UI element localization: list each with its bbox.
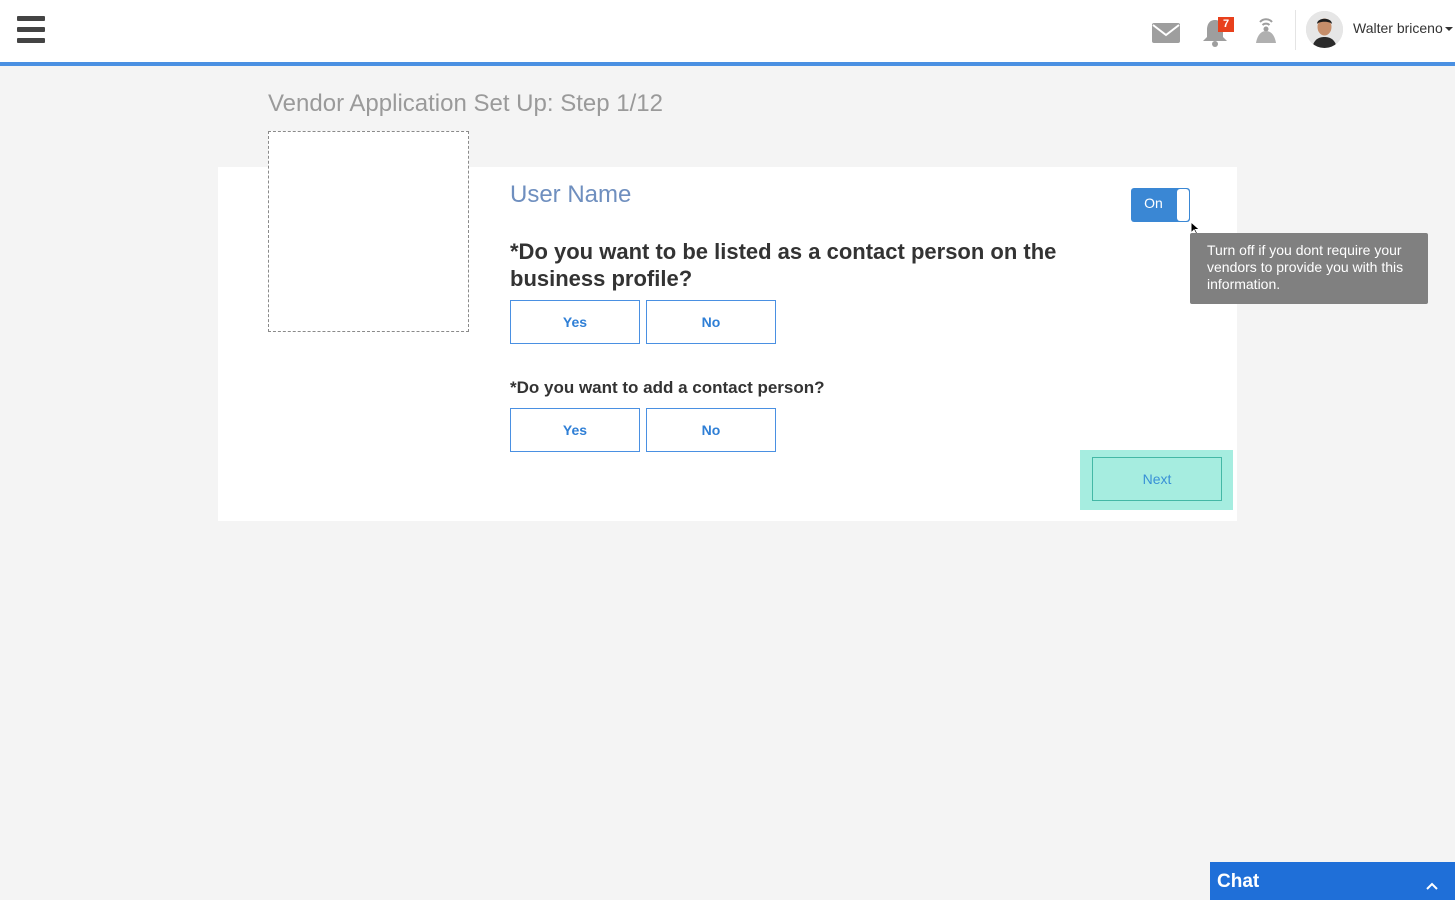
image-upload-placeholder[interactable] <box>268 131 469 332</box>
add-contact-yes-button[interactable]: Yes <box>510 408 640 452</box>
next-button[interactable]: Next <box>1092 457 1222 501</box>
user-menu[interactable]: Walter briceno <box>1353 20 1453 36</box>
chat-bar[interactable]: Chat <box>1210 862 1455 900</box>
add-contact-no-button[interactable]: No <box>646 408 776 452</box>
listed-contact-no-button[interactable]: No <box>646 300 776 344</box>
page-title: Vendor Application Set Up: Step 1/12 <box>268 90 663 117</box>
top-bar: 7 Walter briceno <box>0 0 1455 66</box>
toggle-knob <box>1177 189 1189 221</box>
next-button-highlight: Next <box>1080 450 1233 510</box>
top-bar-divider <box>1295 10 1296 50</box>
notification-count-badge: 7 <box>1218 17 1234 32</box>
question-listed-contact: *Do you want to be listed as a contact p… <box>510 239 1057 291</box>
avatar[interactable] <box>1306 11 1343 48</box>
field-title: User Name <box>510 181 632 208</box>
user-name-label: Walter briceno <box>1353 20 1443 36</box>
toggle-label: On <box>1144 195 1163 211</box>
caret-down-icon <box>1444 27 1453 32</box>
question-add-contact: *Do you want to add a contact person? <box>510 378 825 397</box>
toggle-tooltip: Turn off if you dont require your vendor… <box>1190 233 1428 304</box>
envelope-icon[interactable] <box>1150 16 1182 48</box>
chat-label: Chat <box>1217 871 1260 892</box>
chevron-up-icon[interactable] <box>1425 878 1439 890</box>
hamburger-menu-icon[interactable] <box>17 16 45 46</box>
broadcast-icon[interactable] <box>1250 16 1282 48</box>
listed-contact-yes-button[interactable]: Yes <box>510 300 640 344</box>
field-toggle[interactable]: On <box>1131 188 1190 222</box>
